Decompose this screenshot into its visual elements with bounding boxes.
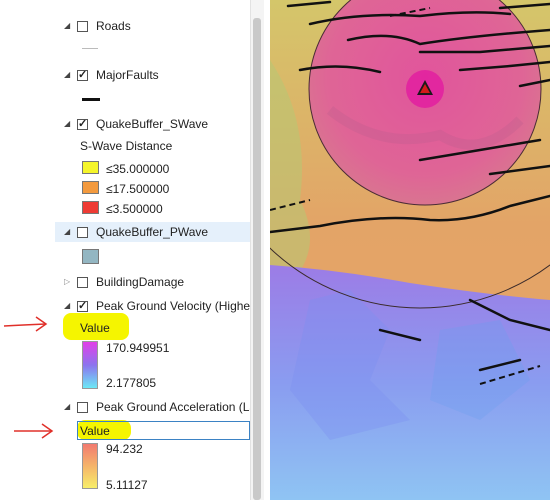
pgv-min-label: 2.177805 [106,376,157,390]
swave-heading: S-Wave Distance [80,139,173,153]
layer-quakebuffer-pwave-label: QuakeBuffer_PWave [96,225,209,239]
pga-max-label: 94.232 [106,442,143,456]
layer-pgv-checkbox[interactable] [77,299,88,312]
pgv-max-label: 170.949951 [106,341,170,355]
layer-buildingdamage-checkbox[interactable] [77,276,88,288]
swave-class-swatch [82,181,99,194]
map-canvas[interactable] [270,0,550,500]
layer-pgv-label: Peak Ground Velocity (Highe [96,299,251,313]
layer-buildingdamage-label: BuildingDamage [96,275,185,289]
expand-arrow-icon[interactable]: ◢ [64,71,72,79]
expand-arrow-icon[interactable]: ◢ [64,302,72,310]
layer-quakebuffer-swave-checkbox[interactable] [77,117,88,130]
layer-quakebuffer-pwave-checkbox[interactable] [77,226,88,238]
majorfaults-symbol [82,98,100,101]
layer-majorfaults-checkbox[interactable] [77,68,88,81]
expand-arrow-icon[interactable]: ◢ [64,120,72,128]
layer-quakebuffer-swave-label: QuakeBuffer_SWave [96,117,209,131]
layer-roads[interactable]: ◢ Roads [55,16,250,36]
swave-class-swatch [82,201,99,214]
collapsed-arrow-icon[interactable]: ▷ [64,278,72,286]
layer-majorfaults[interactable]: ◢ MajorFaults [55,65,250,85]
layer-pga-label: Peak Ground Acceleration (La [96,400,257,414]
swave-class-label: ≤3.500000 [106,202,163,216]
annotation-gutter [0,0,55,500]
contents-pane: ◢ Roads ◢ MajorFaults ◢ QuakeBuffer_SWav… [55,0,256,500]
layer-buildingdamage[interactable]: ▷ BuildingDamage [55,272,250,292]
pga-min-label: 5.11127 [106,478,148,492]
pgv-color-ramp [82,341,98,389]
pga-color-ramp [82,443,98,489]
layer-quakebuffer-swave[interactable]: ◢ QuakeBuffer_SWave [55,114,250,134]
layer-roads-checkbox[interactable] [77,20,88,32]
layer-majorfaults-label: MajorFaults [96,68,159,82]
annotation-arrow-icon [3,316,48,332]
expand-arrow-icon[interactable]: ◢ [64,22,72,30]
layer-quakebuffer-pwave[interactable]: ◢ QuakeBuffer_PWave [55,222,250,242]
swave-class-label: ≤17.500000 [106,182,170,196]
annotation-arrow-icon [14,423,54,439]
pga-field-label: Value [80,424,110,438]
swave-class-label: ≤35.000000 [106,162,170,176]
contents-scrollbar-thumb[interactable] [253,18,261,500]
pgv-field-label: Value [80,321,110,335]
roads-symbol [82,48,98,49]
expand-arrow-icon[interactable]: ◢ [64,403,72,411]
pwave-swatch [82,249,99,264]
layer-peak-ground-acceleration[interactable]: ◢ Peak Ground Acceleration (La [55,397,256,417]
expand-arrow-icon[interactable]: ◢ [64,228,72,236]
map-view[interactable] [270,0,550,500]
layer-roads-label: Roads [96,19,131,33]
layer-pga-checkbox[interactable] [77,401,88,413]
swave-class-swatch [82,161,99,174]
